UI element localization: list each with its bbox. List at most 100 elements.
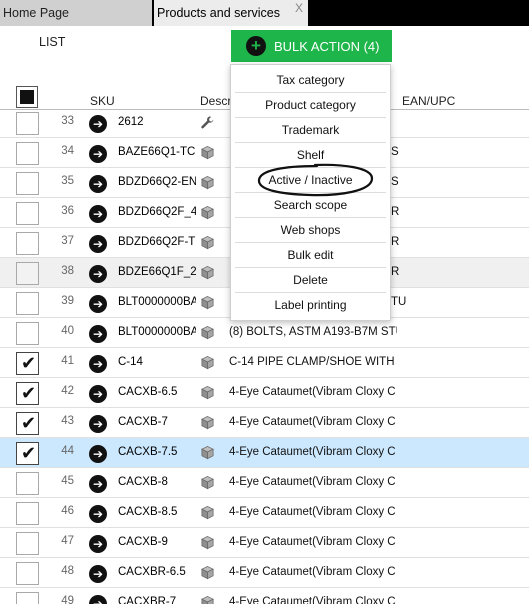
row-checkbox[interactable]: ✔ <box>16 262 39 285</box>
row-checkbox[interactable]: ✔ <box>16 202 39 225</box>
row-checkbox[interactable]: ✔ <box>16 562 39 585</box>
box-icon <box>200 265 215 280</box>
description-cell: 4-Eye Cataumet(Vibram Cloxy C <box>229 476 396 488</box>
open-arrow-icon[interactable]: ➔ <box>89 175 107 193</box>
sku-cell: BDZD66Q2F-T( <box>118 236 196 248</box>
sku-column-header[interactable]: SKU <box>90 94 115 108</box>
row-number: 34 <box>61 145 74 157</box>
box-icon <box>200 355 215 370</box>
table-row[interactable]: ✔ 43 ➔ CACXB-7 4-Eye Cataumet(Vibram Cloxy C <box>0 408 529 438</box>
tab-home-page[interactable]: Home Page <box>0 0 152 26</box>
open-arrow-icon[interactable]: ➔ <box>89 205 107 223</box>
row-checkbox[interactable]: ✔ <box>16 442 39 465</box>
box-icon <box>200 535 215 550</box>
sku-cell: BLT0000000BA <box>118 296 196 308</box>
open-arrow-icon[interactable]: ➔ <box>89 325 107 343</box>
row-number: 46 <box>61 505 74 517</box>
menu-item-shelf[interactable]: Shelf <box>235 143 386 168</box>
open-arrow-icon[interactable]: ➔ <box>89 475 107 493</box>
sku-cell: CACXB-7 <box>118 416 168 428</box>
box-icon <box>200 325 215 340</box>
row-number: 42 <box>61 385 74 397</box>
row-checkbox[interactable]: ✔ <box>16 412 39 435</box>
description-cell: 4-Eye Cataumet(Vibram Cloxy C <box>229 386 396 398</box>
menu-item-bulk-edit[interactable]: Bulk edit <box>235 243 386 268</box>
open-arrow-icon[interactable]: ➔ <box>89 505 107 523</box>
menu-item-web-shops[interactable]: Web shops <box>235 218 386 243</box>
table-row[interactable]: ✔ 46 ➔ CACXB-8.5 4-Eye Cataumet(Vibram Cloxy… <box>0 498 529 528</box>
bulk-action-button[interactable]: + BULK ACTION (4) <box>231 30 392 62</box>
select-all-checkbox[interactable] <box>16 86 38 108</box>
open-arrow-icon[interactable]: ➔ <box>89 355 107 373</box>
ean-upc-cell: R <box>391 266 400 278</box>
box-icon <box>200 475 215 490</box>
table-row[interactable]: ✔ 47 ➔ CACXB-9 4-Eye Cataumet(Vibram Cloxy C <box>0 528 529 558</box>
box-icon <box>200 565 215 580</box>
table-row[interactable]: ✔ 48 ➔ CACXBR-6.5 4-Eye Cataumet(Vibram Clox… <box>0 558 529 588</box>
list-title: LIST <box>39 35 66 49</box>
checkmark-icon: ✔ <box>21 383 37 403</box>
row-checkbox[interactable]: ✔ <box>16 172 39 195</box>
row-checkbox[interactable]: ✔ <box>16 382 39 405</box>
checkmark-icon: ✔ <box>21 353 37 373</box>
description-column-header[interactable]: Descr <box>200 94 231 108</box>
sku-cell: CACXB-8 <box>118 476 168 488</box>
description-cell: 4-Eye Cataumet(Vibram Cloxy C <box>229 446 396 458</box>
table-row[interactable]: ✔ 49 ➔ CACXBR-7 4-Eye Cataumet(Vibram Cloxy … <box>0 588 529 604</box>
description-cell: 4-Eye Cataumet(Vibram Cloxy C <box>229 566 396 578</box>
tab-products-and-services[interactable]: Products and services <box>154 0 308 26</box>
open-arrow-icon[interactable]: ➔ <box>89 115 107 133</box>
row-checkbox[interactable]: ✔ <box>16 592 39 604</box>
row-number: 45 <box>61 475 74 487</box>
row-checkbox[interactable]: ✔ <box>16 532 39 555</box>
table-row[interactable]: ✔ 44 ➔ CACXB-7.5 4-Eye Cataumet(Vibram Cloxy… <box>0 438 529 468</box>
open-arrow-icon[interactable]: ➔ <box>89 415 107 433</box>
ean-upc-cell: S <box>391 176 399 188</box>
open-arrow-icon[interactable]: ➔ <box>89 595 107 604</box>
menu-item-active-inactive[interactable]: Active / Inactive <box>235 168 386 193</box>
ean-upc-column-header[interactable]: EAN/UPC <box>402 94 455 108</box>
row-checkbox[interactable]: ✔ <box>16 142 39 165</box>
row-number: 36 <box>61 205 74 217</box>
box-icon <box>200 175 215 190</box>
table-row[interactable]: ✔ 45 ➔ CACXB-8 4-Eye Cataumet(Vibram Cloxy C <box>0 468 529 498</box>
row-checkbox[interactable]: ✔ <box>16 232 39 255</box>
sku-cell: CACXB-9 <box>118 536 168 548</box>
open-arrow-icon[interactable]: ➔ <box>89 235 107 253</box>
row-checkbox[interactable]: ✔ <box>16 322 39 345</box>
menu-item-product-category[interactable]: Product category <box>235 93 386 118</box>
checkmark-icon: ✔ <box>21 443 37 463</box>
row-number: 33 <box>61 115 74 127</box>
table-row[interactable]: ✔ 40 ➔ BLT0000000BA (8) BOLTS, ASTM A193-B7M… <box>0 318 529 348</box>
open-arrow-icon[interactable]: ➔ <box>89 445 107 463</box>
row-checkbox[interactable]: ✔ <box>16 472 39 495</box>
box-icon <box>200 235 215 250</box>
menu-item-tax-category[interactable]: Tax category <box>235 68 386 93</box>
sku-cell: CACXBR-7 <box>118 596 177 604</box>
open-arrow-icon[interactable]: ➔ <box>89 145 107 163</box>
row-checkbox[interactable]: ✔ <box>16 352 39 375</box>
sku-cell: CACXB-6.5 <box>118 386 178 398</box>
sku-cell: BDZE66Q1F_2 <box>118 266 196 278</box>
open-arrow-icon[interactable]: ➔ <box>89 295 107 313</box>
row-checkbox[interactable]: ✔ <box>16 292 39 315</box>
row-number: 44 <box>61 445 74 457</box>
open-arrow-icon[interactable]: ➔ <box>89 385 107 403</box>
open-arrow-icon[interactable]: ➔ <box>89 265 107 283</box>
row-checkbox[interactable]: ✔ <box>16 502 39 525</box>
menu-item-trademark[interactable]: Trademark <box>235 118 386 143</box>
menu-item-label-printing[interactable]: Label printing <box>235 293 386 318</box>
menu-item-search-scope[interactable]: Search scope <box>235 193 386 218</box>
table-row[interactable]: ✔ 42 ➔ CACXB-6.5 4-Eye Cataumet(Vibram Cloxy… <box>0 378 529 408</box>
description-cell: 4-Eye Cataumet(Vibram Cloxy C <box>229 536 396 548</box>
menu-item-delete[interactable]: Delete <box>235 268 386 293</box>
close-tab-icon[interactable]: X <box>295 1 303 15</box>
row-checkbox[interactable]: ✔ <box>16 112 39 135</box>
description-cell: 4-Eye Cataumet(Vibram Cloxy C <box>229 416 396 428</box>
open-arrow-icon[interactable]: ➔ <box>89 565 107 583</box>
sku-cell: 2612 <box>118 116 144 128</box>
box-icon <box>200 145 215 160</box>
open-arrow-icon[interactable]: ➔ <box>89 535 107 553</box>
table-row[interactable]: ✔ 41 ➔ C-14 C-14 PIPE CLAMP/SHOE WITH F <box>0 348 529 378</box>
tab-label: Home Page <box>3 6 70 20</box>
